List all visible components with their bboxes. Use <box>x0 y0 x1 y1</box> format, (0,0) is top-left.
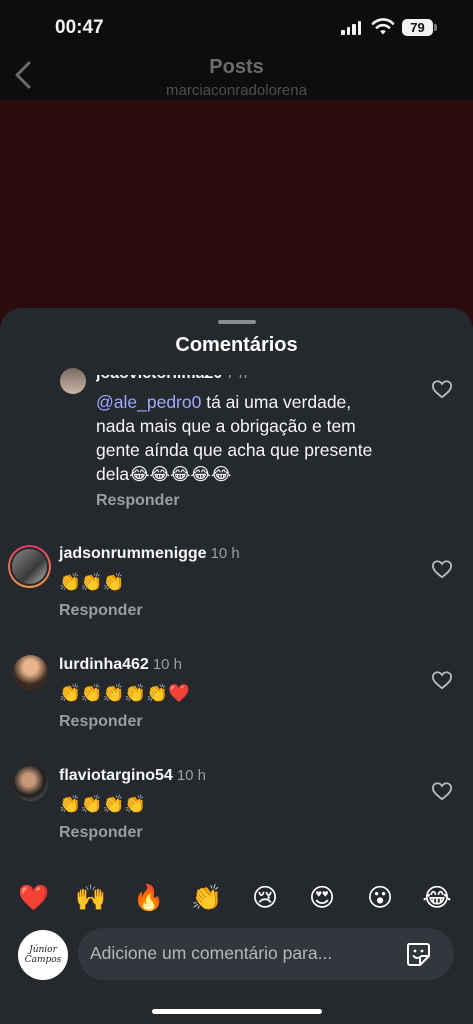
sheet-drag-handle[interactable] <box>218 320 256 324</box>
heart-outline-icon[interactable] <box>431 559 453 579</box>
comment-username[interactable]: flaviotargino54 10 h <box>59 767 206 785</box>
comment-item: flaviotargino54 10 h 👏👏👏👏 Responder <box>0 764 473 854</box>
battery-icon: 79 <box>402 19 433 36</box>
composer-avatar: Júnior Campos <box>18 930 68 980</box>
reaction-heart[interactable]: ❤️ <box>16 880 52 916</box>
reaction-fire[interactable]: 🔥 <box>131 880 167 916</box>
avatar[interactable] <box>13 655 48 690</box>
reaction-surprised[interactable]: 😮 <box>362 880 398 916</box>
battery-tip <box>434 24 437 31</box>
heart-outline-icon[interactable] <box>431 670 453 690</box>
comments-sheet: Comentários joaovictorlima20 7 h @ale_ped… <box>0 308 473 1024</box>
reaction-heart-eyes[interactable]: 😍 <box>304 880 340 916</box>
reaction-laughing[interactable]: 😂 <box>419 880 455 916</box>
reply-button[interactable]: Responder <box>59 602 143 620</box>
quick-reactions-bar: ❤️ 🙌 🔥 👏 😢 😍 😮 😂 <box>0 880 473 920</box>
sheet-title: Comentários <box>175 334 298 356</box>
comment-item: joaovictorlima20 7 h @ale_pedro0 tá ai um… <box>0 362 473 522</box>
avatar[interactable] <box>60 368 86 394</box>
comment-username[interactable]: joaovictorlima20 7 h <box>96 375 247 383</box>
status-time: 00:47 <box>55 17 104 38</box>
reply-button[interactable]: Responder <box>59 824 143 842</box>
cellular-signal-icon <box>341 20 361 35</box>
page-subtitle-username: marciaconradolorena <box>166 82 307 99</box>
sticker-icon[interactable] <box>404 940 432 968</box>
comment-item: jadsonrummenigge 10 h 👏👏👏 Responder <box>0 542 473 632</box>
posts-header: Posts marciaconradolorena <box>0 52 473 100</box>
comment-username[interactable]: jadsonrummenigge 10 h <box>59 545 240 563</box>
comment-input-placeholder: Adicione um comentário para... <box>90 943 333 963</box>
page-title: Posts <box>209 56 264 78</box>
reaction-clap[interactable]: 👏 <box>189 880 225 916</box>
wifi-icon <box>371 18 395 35</box>
comment-username[interactable]: lurdinha462 10 h <box>59 656 182 674</box>
avatar[interactable] <box>13 766 48 801</box>
mention-link[interactable]: @ale_pedro0 <box>96 392 201 412</box>
comment-text: 👏👏👏 <box>59 572 125 592</box>
heart-outline-icon[interactable] <box>431 781 453 801</box>
comment-item: lurdinha462 10 h 👏👏👏👏👏❤️ Responder <box>0 653 473 743</box>
reaction-raised-hands[interactable]: 🙌 <box>73 880 109 916</box>
comment-text: 👏👏👏👏 <box>59 794 147 814</box>
reply-button[interactable]: Responder <box>59 713 143 731</box>
home-indicator[interactable] <box>152 1009 322 1014</box>
reaction-crying[interactable]: 😢 <box>247 880 283 916</box>
reply-button[interactable]: Responder <box>96 492 180 510</box>
status-bar: 00:47 79 <box>0 0 473 52</box>
heart-outline-icon[interactable] <box>431 379 453 399</box>
comment-text: 👏👏👏👏👏❤️ <box>59 683 190 703</box>
comment-text: @ale_pedro0 tá ai uma verdade, nada mais… <box>96 392 373 484</box>
avatar-logo-text: Júnior Campos <box>24 945 62 965</box>
comment-input[interactable]: Adicione um comentário para... <box>78 928 454 980</box>
avatar-story-ring[interactable] <box>8 545 51 588</box>
